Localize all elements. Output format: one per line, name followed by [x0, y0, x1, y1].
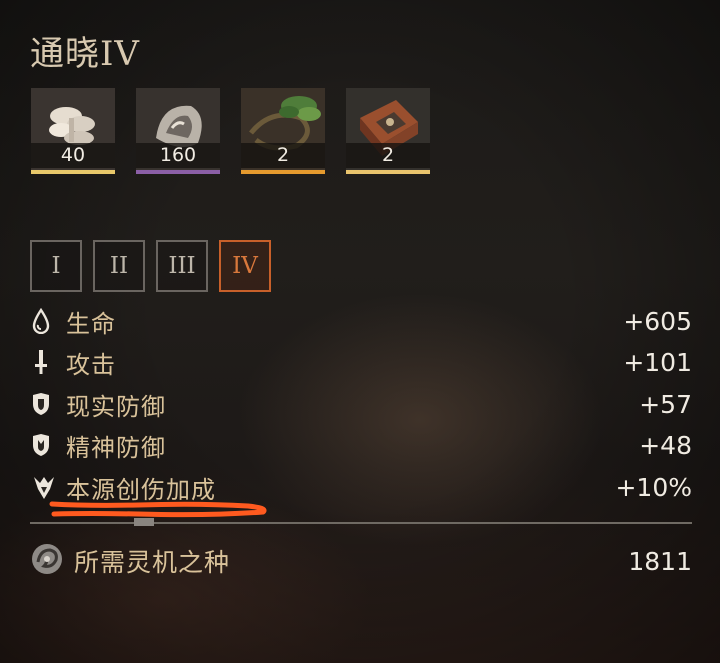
stat-label: 生命	[66, 309, 116, 338]
seed-icon	[30, 542, 64, 580]
divider-notch	[134, 518, 154, 526]
annotation-underline	[49, 501, 267, 518]
droplet-icon	[30, 306, 60, 336]
stat-value: +48	[639, 430, 692, 460]
cost-row: 所需灵机之种 1811	[30, 538, 692, 584]
rarity-bar	[241, 170, 325, 174]
stat-value: +57	[639, 389, 692, 419]
material-count: 2	[346, 143, 430, 168]
tier-button-4[interactable]: IV	[219, 240, 271, 292]
stat-value: +101	[623, 347, 692, 377]
tier-button-3[interactable]: III	[156, 240, 208, 292]
rarity-bar	[346, 170, 430, 174]
rarity-bar	[31, 170, 115, 174]
stat-value: +605	[623, 306, 692, 336]
tier-button-2[interactable]: II	[93, 240, 145, 292]
stat-label: 精神防御	[66, 433, 166, 462]
divider	[30, 522, 692, 524]
page-title: 通晓IV	[30, 34, 140, 74]
shield-icon	[30, 389, 60, 419]
material-slot[interactable]: 2	[346, 88, 430, 174]
material-list: 40 160 2 2	[31, 88, 430, 174]
sword-icon	[30, 347, 60, 377]
cost-value: 1811	[628, 546, 692, 576]
material-slot[interactable]: 40	[31, 88, 115, 174]
cost-label: 所需灵机之种	[74, 548, 231, 577]
stat-row-health: 生命 +605	[30, 301, 692, 341]
stat-label: 现实防御	[66, 392, 166, 421]
tier-selector: I II III IV	[30, 240, 271, 292]
stat-label: 攻击	[66, 350, 116, 379]
tier-button-1[interactable]: I	[30, 240, 82, 292]
material-slot[interactable]: 2	[241, 88, 325, 174]
stat-row-mental-defense: 精神防御 +48	[30, 425, 692, 465]
material-slot[interactable]: 160	[136, 88, 220, 174]
material-count: 40	[31, 143, 115, 168]
rarity-bar	[136, 170, 220, 174]
stat-row-real-defense: 现实防御 +57	[30, 384, 692, 424]
material-count: 2	[241, 143, 325, 168]
stat-value: +10%	[615, 472, 692, 502]
material-count: 160	[136, 143, 220, 168]
stat-row-attack: 攻击 +101	[30, 342, 692, 382]
spirit-shield-icon	[30, 430, 60, 460]
